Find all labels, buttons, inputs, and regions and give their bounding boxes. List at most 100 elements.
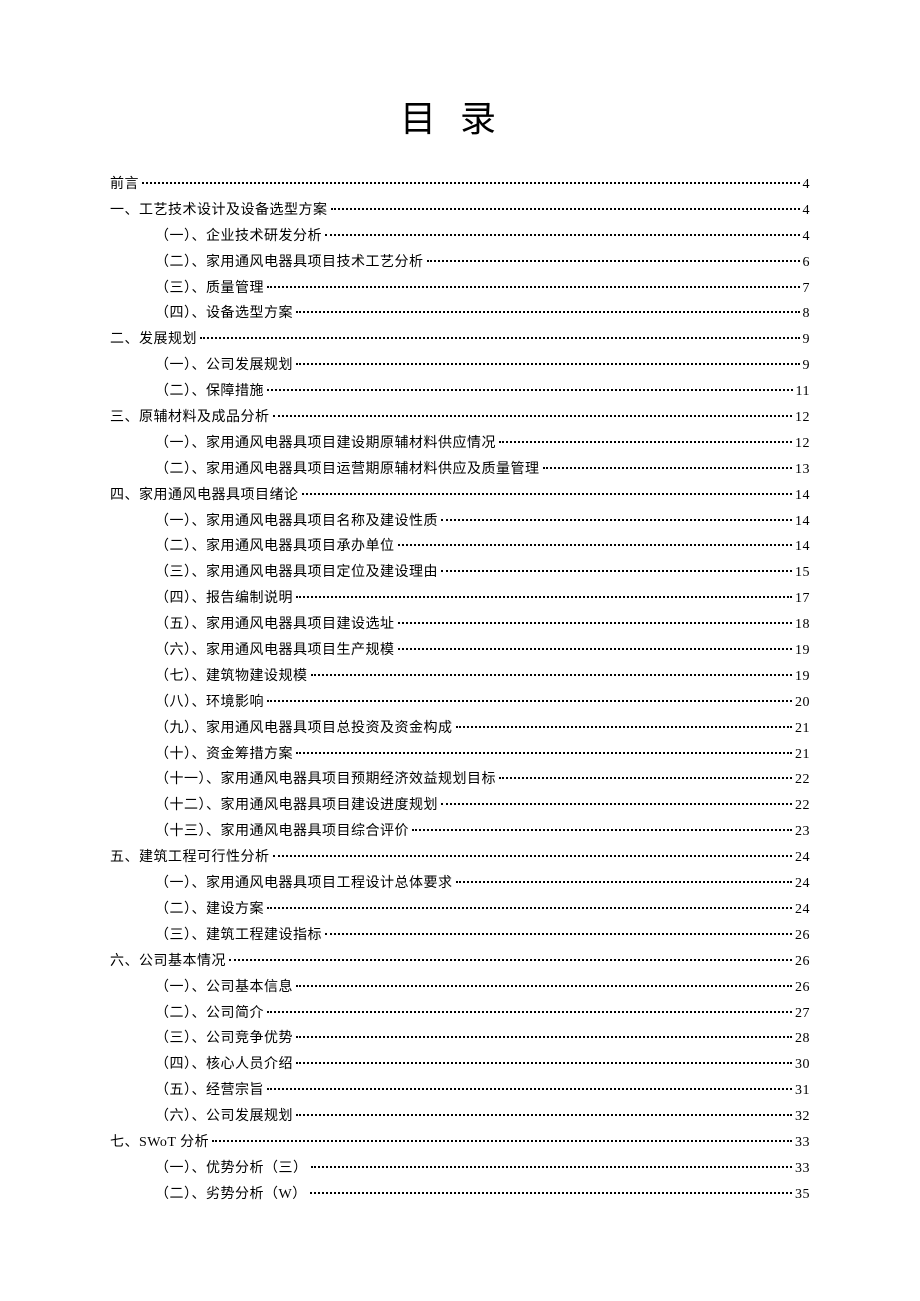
toc-leader-dots (212, 1140, 792, 1142)
toc-entry[interactable]: （二）、家用通风电器具项目技术工艺分析6 (110, 250, 810, 276)
toc-entry[interactable]: 六、公司基本情况26 (110, 949, 810, 975)
toc-entry[interactable]: 前言4 (110, 172, 810, 198)
toc-page-number: 30 (795, 1052, 810, 1078)
toc-leader-dots (311, 674, 793, 676)
toc-entry[interactable]: （四）、设备选型方案8 (110, 301, 810, 327)
toc-page-number: 21 (795, 716, 810, 742)
toc-page-number: 23 (795, 819, 810, 845)
toc-leader-dots (311, 1166, 793, 1168)
toc-entry[interactable]: （一）、家用通风电器具项目工程设计总体要求24 (110, 871, 810, 897)
toc-leader-dots (441, 519, 792, 521)
toc-entry[interactable]: （九）、家用通风电器具项目总投资及资金构成 21 (110, 716, 810, 742)
toc-entry[interactable]: （八）、环境影响20 (110, 690, 810, 716)
toc-page-number: 6 (803, 250, 811, 276)
toc-label: （七）、建筑物建设规模 (155, 664, 308, 690)
toc-leader-dots (267, 286, 800, 288)
toc-leader-dots (273, 855, 793, 857)
toc-entry[interactable]: （二）、家用通风电器具项目运营期原辅材料供应及质量管理13 (110, 457, 810, 483)
toc-leader-dots (267, 1011, 792, 1013)
toc-entry[interactable]: 四、家用通风电器具项目绪论14 (110, 483, 810, 509)
toc-entry[interactable]: （一）、家用通风电器具项目名称及建设性质14 (110, 509, 810, 535)
toc-page-number: 7 (803, 276, 811, 302)
toc-entry[interactable]: 二、发展规划 9 (110, 327, 810, 353)
toc-page-number: 12 (795, 431, 810, 457)
toc-page-number: 33 (795, 1156, 810, 1182)
toc-entry[interactable]: （十三）、家用通风电器具项目综合评价23 (110, 819, 810, 845)
toc-entry[interactable]: （七）、建筑物建设规模 19 (110, 664, 810, 690)
toc-label: （一）、优势分析（三） (155, 1156, 308, 1182)
toc-entry[interactable]: （三）、质量管理7 (110, 276, 810, 302)
toc-page-number: 26 (795, 949, 810, 975)
toc-entry[interactable]: （六）、公司发展规划32 (110, 1104, 810, 1130)
toc-leader-dots (499, 777, 792, 779)
toc-label: （六）、公司发展规划 (155, 1104, 293, 1130)
toc-label: （六）、家用通风电器具项目生产规模 (155, 638, 395, 664)
toc-page-number: 20 (795, 690, 810, 716)
toc-leader-dots (398, 622, 793, 624)
toc-entry[interactable]: （三）、家用通风电器具项目定位及建设理由15 (110, 560, 810, 586)
toc-leader-dots (296, 1114, 792, 1116)
toc-page-number: 24 (795, 845, 810, 871)
toc-page-number: 11 (796, 379, 810, 405)
toc-entry[interactable]: （四）、报告编制说明17 (110, 586, 810, 612)
toc-page-number: 14 (795, 509, 810, 535)
toc-page-number: 17 (795, 586, 810, 612)
toc-label: （一）、公司基本信息 (155, 975, 293, 1001)
toc-page-number: 27 (795, 1001, 810, 1027)
toc-entry[interactable]: （一）、优势分析（三） 33 (110, 1156, 810, 1182)
toc-entry[interactable]: （十二）、家用通风电器具项目建设进度规划22 (110, 793, 810, 819)
toc-page-number: 26 (795, 975, 810, 1001)
toc-leader-dots (267, 907, 792, 909)
toc-page-number: 24 (795, 871, 810, 897)
toc-entry[interactable]: 三、原辅材料及成品分析12 (110, 405, 810, 431)
toc-page-number: 31 (795, 1078, 810, 1104)
toc-label: （四）、设备选型方案 (155, 301, 293, 327)
toc-entry[interactable]: （一）、公司发展规划 9 (110, 353, 810, 379)
toc-label: （二）、家用通风电器具项目承办单位 (155, 534, 395, 560)
toc-entry[interactable]: （四）、核心人员介绍 30 (110, 1052, 810, 1078)
toc-label: （九）、家用通风电器具项目总投资及资金构成 (155, 716, 453, 742)
toc-leader-dots (325, 234, 800, 236)
toc-entry[interactable]: （三）、建筑工程建设指标26 (110, 923, 810, 949)
toc-entry[interactable]: （一）、家用通风电器具项目建设期原辅材料供应情况 12 (110, 431, 810, 457)
toc-label: 二、发展规划 (110, 327, 197, 353)
toc-entry[interactable]: 一、工艺技术设计及设备选型方案4 (110, 198, 810, 224)
toc-entry[interactable]: （一）、企业技术研发分析4 (110, 224, 810, 250)
toc-entry[interactable]: 五、建筑工程可行性分析24 (110, 845, 810, 871)
toc-leader-dots (267, 389, 793, 391)
toc-label: （三）、建筑工程建设指标 (155, 923, 322, 949)
toc-entry[interactable]: 七、SWoT 分析33 (110, 1130, 810, 1156)
toc-leader-dots (296, 752, 792, 754)
toc-leader-dots (398, 648, 793, 650)
toc-entry[interactable]: （一）、公司基本信息 26 (110, 975, 810, 1001)
toc-entry[interactable]: （五）、经营宗旨31 (110, 1078, 810, 1104)
toc-entry[interactable]: （二）、公司简介27 (110, 1001, 810, 1027)
toc-leader-dots (200, 337, 800, 339)
toc-page-number: 14 (795, 483, 810, 509)
toc-entry[interactable]: （五）、家用通风电器具项目建设选址18 (110, 612, 810, 638)
toc-label: （一）、公司发展规划 (155, 353, 293, 379)
toc-entry[interactable]: （二）、家用通风电器具项目承办单位 14 (110, 534, 810, 560)
toc-label: （四）、核心人员介绍 (155, 1052, 293, 1078)
toc-entry[interactable]: （三）、公司竞争优势28 (110, 1026, 810, 1052)
toc-entry[interactable]: （二）、劣势分析（W）35 (110, 1182, 810, 1208)
toc-entry[interactable]: （二）、保障措施11 (110, 379, 810, 405)
toc-leader-dots (142, 182, 800, 184)
toc-page-number: 9 (803, 327, 811, 353)
toc-label: （五）、家用通风电器具项目建设选址 (155, 612, 395, 638)
toc-page-number: 14 (795, 534, 810, 560)
toc-page-number: 12 (795, 405, 810, 431)
toc-label: （十一）、家用通风电器具项目预期经济效益规划目标 (155, 767, 496, 793)
toc-entry[interactable]: （六）、家用通风电器具项目生产规模19 (110, 638, 810, 664)
toc-entry[interactable]: （十）、资金筹措方案21 (110, 742, 810, 768)
toc-label: （一）、家用通风电器具项目建设期原辅材料供应情况 (155, 431, 496, 457)
toc-leader-dots (427, 260, 800, 262)
toc-page-number: 9 (803, 353, 811, 379)
toc-page-number: 4 (803, 198, 811, 224)
toc-leader-dots (267, 1088, 792, 1090)
toc-page-number: 19 (795, 664, 810, 690)
toc-entry[interactable]: （二）、建设方案24 (110, 897, 810, 923)
toc-leader-dots (296, 1036, 792, 1038)
toc-entry[interactable]: （十一）、家用通风电器具项目预期经济效益规划目标22 (110, 767, 810, 793)
toc-leader-dots (310, 1192, 792, 1194)
